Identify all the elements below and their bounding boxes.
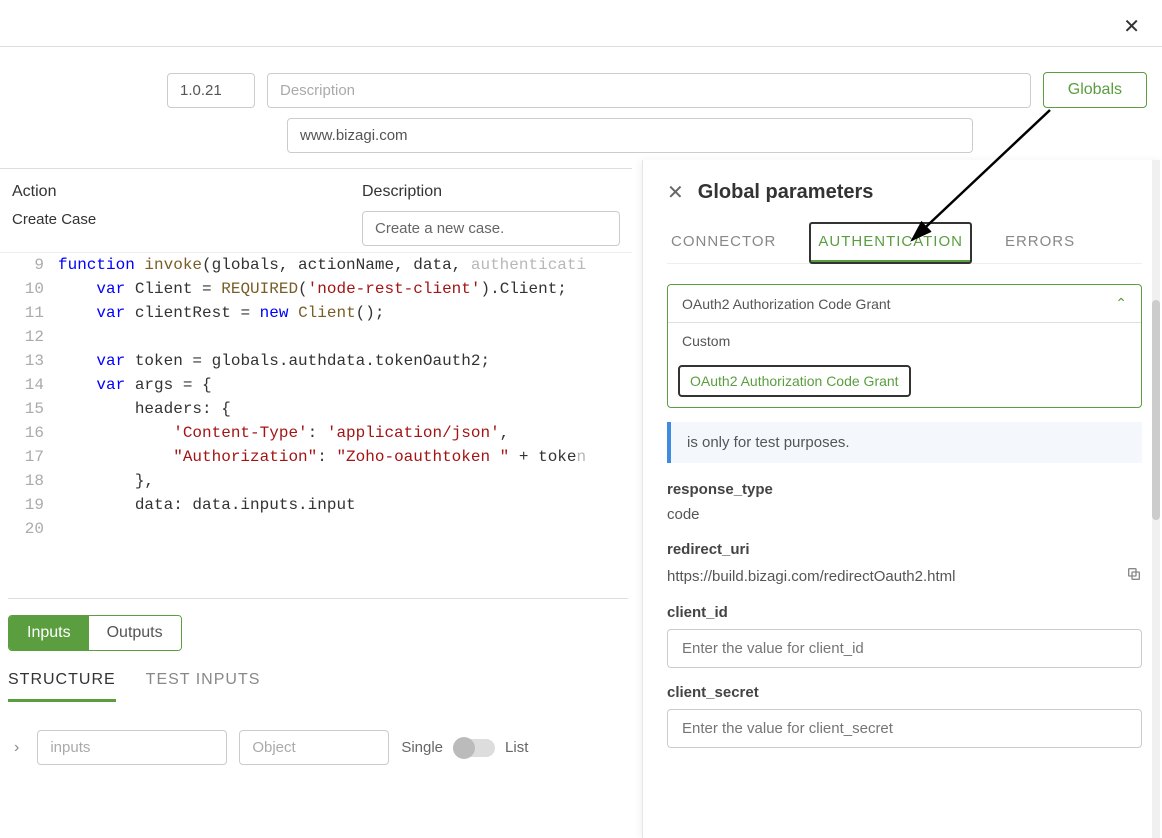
chevron-right-icon[interactable]: › (8, 739, 25, 757)
divider (0, 46, 1162, 47)
code-line[interactable]: 13 var token = globals.authdata.tokenOau… (0, 349, 632, 373)
auth-type-dropdown[interactable]: OAuth2 Authorization Code Grant ⌃ Custom… (667, 284, 1142, 408)
action-description-label: Description (362, 183, 620, 201)
code-line[interactable]: 15 headers: { (0, 397, 632, 421)
top-toolbar: 1.0.21 Description Globals (0, 72, 1162, 108)
client-secret-input[interactable] (667, 709, 1142, 748)
redirect-uri-value: https://build.bizagi.com/redirectOauth2.… (667, 568, 955, 585)
url-row: www.bizagi.com (0, 118, 1162, 153)
code-line[interactable]: 14 var args = { (0, 373, 632, 397)
tab-errors[interactable]: ERRORS (1001, 223, 1079, 263)
toggle-list-label: List (505, 739, 528, 756)
action-label: Action (12, 183, 342, 201)
action-value: Create Case (12, 211, 342, 228)
panel-close-icon[interactable]: ✕ (667, 180, 684, 205)
chevron-up-icon: ⌃ (1115, 295, 1127, 312)
globals-button[interactable]: Globals (1043, 72, 1147, 108)
tab-authentication[interactable]: AUTHENTICATION (810, 223, 971, 263)
response-type-label: response_type (667, 481, 1142, 498)
close-icon[interactable]: ✕ (1123, 14, 1140, 39)
code-line[interactable]: 11 var clientRest = new Client(); (0, 301, 632, 325)
io-pillgroup: Inputs Outputs (8, 615, 182, 651)
client-id-input[interactable] (667, 629, 1142, 668)
subtab-structure[interactable]: STRUCTURE (8, 671, 116, 702)
scrollbar[interactable] (1152, 160, 1160, 838)
single-list-toggle[interactable] (453, 739, 495, 757)
dropdown-option-oauth[interactable]: OAuth2 Authorization Code Grant (678, 365, 911, 397)
response-type-value: code (667, 506, 1142, 523)
code-line[interactable]: 10 var Client = REQUIRED('node-rest-clie… (0, 277, 632, 301)
structure-name-field[interactable]: inputs (37, 730, 227, 765)
dropdown-option-custom[interactable]: Custom (668, 323, 1141, 359)
redirect-uri-label: redirect_uri (667, 541, 1142, 558)
code-line[interactable]: 17 "Authorization": "Zoho-oauthtoken " +… (0, 445, 632, 469)
info-banner: is only for test purposes. (667, 422, 1142, 463)
version-field[interactable]: 1.0.21 (167, 73, 255, 108)
action-description-field[interactable]: Create a new case. (362, 211, 620, 246)
code-line[interactable]: 19 data: data.inputs.input (0, 493, 632, 517)
code-line[interactable]: 20 (0, 517, 632, 541)
subtab-test-inputs[interactable]: TEST INPUTS (146, 671, 261, 702)
tab-outputs[interactable]: Outputs (89, 616, 181, 650)
structure-type-field[interactable]: Object (239, 730, 389, 765)
dropdown-selected-label: OAuth2 Authorization Code Grant (682, 296, 891, 312)
global-parameters-panel: ✕ Global parameters CONNECTOR AUTHENTICA… (642, 160, 1162, 838)
tab-inputs[interactable]: Inputs (9, 616, 89, 650)
code-line[interactable]: 18 }, (0, 469, 632, 493)
copy-icon[interactable] (1126, 566, 1142, 586)
code-line[interactable]: 16 'Content-Type': 'application/json', (0, 421, 632, 445)
client-id-label: client_id (667, 604, 1142, 621)
description-field[interactable]: Description (267, 73, 1031, 108)
code-line[interactable]: 9function invoke(globals, actionName, da… (0, 253, 632, 277)
tab-connector[interactable]: CONNECTOR (667, 223, 780, 263)
panel-title: Global parameters (698, 181, 874, 204)
io-panel: Inputs Outputs STRUCTURE TEST INPUTS › i… (8, 598, 628, 765)
toggle-single-label: Single (401, 739, 443, 756)
code-line[interactable]: 12 (0, 325, 632, 349)
url-field[interactable]: www.bizagi.com (287, 118, 973, 153)
action-pane: Action Create Case Description Create a … (0, 168, 632, 541)
code-editor[interactable]: 9function invoke(globals, actionName, da… (0, 252, 632, 541)
client-secret-label: client_secret (667, 684, 1142, 701)
